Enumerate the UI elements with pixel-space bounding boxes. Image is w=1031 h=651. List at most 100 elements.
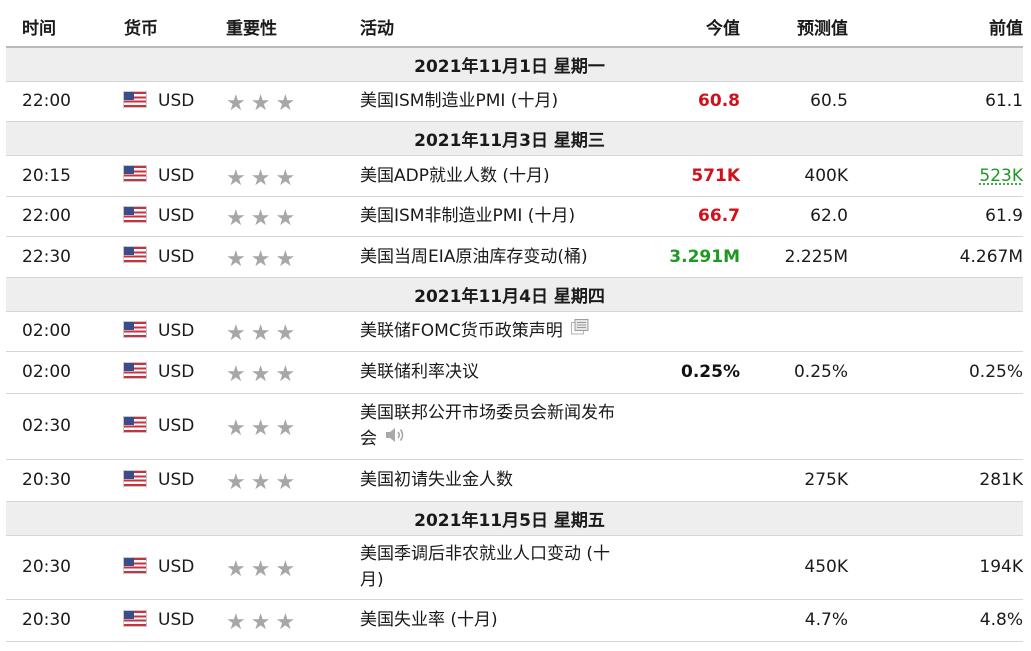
- us-flag-icon: [124, 362, 146, 378]
- event-name-cell: 美联储FOMC货币政策声明: [350, 311, 640, 352]
- importance-cell: ★ ★ ★: [212, 393, 350, 460]
- star-icon: ★: [250, 91, 271, 116]
- star-icon: ★: [275, 470, 296, 495]
- star-icon: ★: [250, 246, 271, 272]
- currency-code: USD: [158, 206, 195, 226]
- forecast-value: [756, 311, 860, 352]
- star-icon: ★: [226, 416, 246, 441]
- column-header-importance[interactable]: 重要性: [212, 6, 350, 48]
- event-name-link[interactable]: 美国失业率 (十月): [350, 599, 640, 642]
- star-icon: ★: [250, 610, 271, 635]
- star-icon: ★: [275, 610, 296, 635]
- date-row: 2021年11月3日 星期三: [6, 121, 1023, 156]
- event-time: 02:30: [6, 393, 110, 460]
- currency-cell: USD: [110, 599, 212, 642]
- star-icon: ★: [250, 557, 271, 582]
- star-icon: ★: [226, 206, 246, 231]
- us-flag-icon: [124, 416, 146, 432]
- importance-cell: ★ ★ ★: [212, 155, 350, 197]
- importance-stars: ★ ★ ★: [226, 246, 300, 272]
- star-icon: ★: [226, 610, 246, 635]
- event-time: 20:30: [6, 599, 110, 642]
- importance-stars: ★ ★ ★: [226, 612, 300, 634]
- star-icon: ★: [250, 416, 271, 441]
- table-row[interactable]: 02:30 USD ★ ★ ★ 美国联邦公开市场委员会新闻发布会: [6, 393, 1023, 460]
- star-icon: ★: [275, 91, 296, 116]
- star-icon: ★: [226, 165, 246, 191]
- actual-value: [640, 599, 756, 642]
- importance-stars: ★ ★ ★: [226, 323, 300, 345]
- importance-cell: ★ ★ ★: [212, 196, 350, 237]
- event-name-link[interactable]: 美国ISM制造业PMI (十月): [350, 81, 640, 122]
- table-row[interactable]: 20:15 USD ★ ★ ★ 美国ADP就业人数 (十月) 571K 400K 5…: [6, 155, 1023, 197]
- currency-code: USD: [158, 470, 195, 490]
- date-row: 2021年11月5日 星期五: [6, 501, 1023, 536]
- forecast-value: [756, 393, 860, 460]
- table-row[interactable]: 02:00 USD ★ ★ ★ 美联储利率决议 0.25% 0.25% 0.25%: [6, 351, 1023, 394]
- column-header-event[interactable]: 活动: [350, 6, 640, 48]
- table-row[interactable]: 20:30 USD ★ ★ ★ 美国季调后非农就业人口变动 (十月) 450K 19…: [6, 535, 1023, 600]
- star-icon: ★: [250, 321, 271, 346]
- column-header-forecast[interactable]: 预测值: [756, 6, 860, 48]
- date-label: 2021年11月5日 星期五: [414, 510, 605, 531]
- currency-cell: USD: [110, 81, 212, 122]
- forecast-value: 400K: [756, 155, 860, 197]
- column-header-time[interactable]: 时间: [6, 6, 110, 48]
- table-row[interactable]: 02:00 USD ★ ★ ★ 美联储FOMC货币政策声明: [6, 311, 1023, 352]
- currency-code: USD: [158, 165, 195, 186]
- actual-value: 60.8: [640, 81, 756, 122]
- column-header-actual[interactable]: 今值: [640, 6, 756, 48]
- previous-value-revised[interactable]: 523K: [979, 166, 1023, 186]
- table-row[interactable]: 20:30 USD ★ ★ ★ 美国失业率 (十月) 4.7% 4.8%: [6, 599, 1023, 642]
- event-name-link[interactable]: 美国季调后非农就业人口变动 (十月): [350, 535, 640, 600]
- actual-value: [640, 459, 756, 502]
- speaker-icon[interactable]: [385, 425, 405, 451]
- event-name-link[interactable]: 美国初请失业金人数: [350, 459, 640, 502]
- event-name-link[interactable]: 美国ISM非制造业PMI (十月): [350, 196, 640, 237]
- previous-value: 194K: [860, 535, 1023, 600]
- currency-cell: USD: [110, 236, 212, 278]
- importance-cell: ★ ★ ★: [212, 311, 350, 352]
- star-icon: ★: [275, 165, 296, 191]
- us-flag-icon: [124, 470, 146, 486]
- previous-value-cell: 523K: [860, 155, 1023, 197]
- date-label: 2021年11月4日 星期四: [414, 286, 605, 307]
- star-icon: ★: [226, 362, 246, 387]
- event-name-link[interactable]: 美联储利率决议: [350, 351, 640, 394]
- star-icon: ★: [250, 165, 271, 191]
- currency-cell: USD: [110, 311, 212, 352]
- event-time: 02:00: [6, 351, 110, 394]
- previous-value: 281K: [860, 459, 1023, 502]
- event-time: 22:00: [6, 81, 110, 122]
- event-name-link[interactable]: 美国ADP就业人数 (十月): [350, 155, 640, 197]
- forecast-value: 2.225M: [756, 236, 860, 278]
- importance-stars: ★ ★ ★: [226, 208, 300, 230]
- star-icon: ★: [250, 362, 271, 387]
- column-header-previous[interactable]: 前值: [860, 6, 1023, 48]
- star-icon: ★: [275, 557, 296, 582]
- table-row[interactable]: 22:00 USD ★ ★ ★ 美国ISM制造业PMI (十月) 60.8 60.5…: [6, 81, 1023, 122]
- star-icon: ★: [226, 557, 246, 582]
- star-icon: ★: [250, 470, 271, 495]
- star-icon: ★: [226, 246, 246, 272]
- currency-cell: USD: [110, 393, 212, 460]
- forecast-value: 4.7%: [756, 599, 860, 642]
- document-icon[interactable]: [570, 317, 589, 343]
- column-header-currency[interactable]: 货币: [110, 6, 212, 48]
- event-time: 20:15: [6, 155, 110, 197]
- table-row[interactable]: 20:30 USD ★ ★ ★ 美国初请失业金人数 275K 281K: [6, 459, 1023, 502]
- star-icon: ★: [275, 206, 296, 231]
- table-row[interactable]: 22:30 USD ★ ★ ★ 美国当周EIA原油库存变动(桶) 3.291M 2.…: [6, 236, 1023, 278]
- star-icon: ★: [226, 91, 246, 116]
- table-row[interactable]: 22:00 USD ★ ★ ★ 美国ISM非制造业PMI (十月) 66.7 62.…: [6, 196, 1023, 237]
- date-label: 2021年11月1日 星期一: [414, 56, 605, 77]
- event-name-link[interactable]: 美联储FOMC货币政策声明: [360, 321, 563, 341]
- previous-value: 61.1: [860, 81, 1023, 122]
- star-icon: ★: [275, 362, 296, 387]
- table-header-row: 时间 货币 重要性 活动 今值 预测值 前值: [6, 6, 1023, 48]
- event-name-link[interactable]: 美国当周EIA原油库存变动(桶): [350, 236, 640, 278]
- event-time: 20:30: [6, 459, 110, 502]
- actual-value: 0.25%: [640, 351, 756, 394]
- date-row: 2021年11月4日 星期四: [6, 277, 1023, 312]
- currency-cell: USD: [110, 155, 212, 197]
